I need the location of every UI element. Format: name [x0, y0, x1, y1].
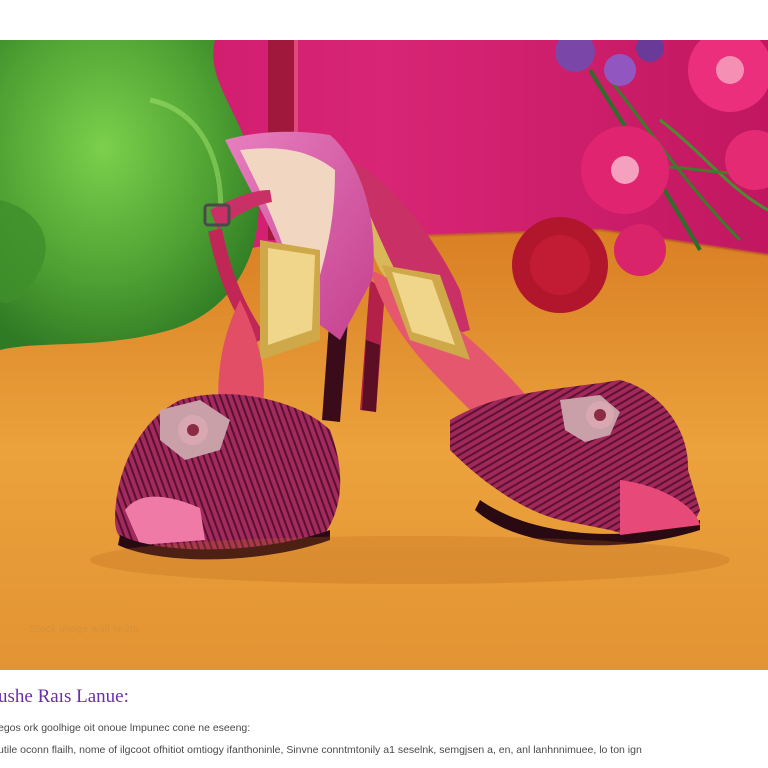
caption-title: ushe Raıs Lanue: — [0, 686, 129, 707]
page: Stock image wall hi 2m ushe Raıs Lanue: … — [0, 0, 768, 768]
sandals-scene — [0, 40, 768, 670]
caption-line-1: egos ork goolhige oit onoue lmpunec cone… — [0, 722, 251, 734]
caption-line-2: utile oconn flailh, nome of ilgcoot ofhi… — [0, 744, 642, 756]
photo-watermark: Stock image wall hi 2m — [30, 624, 139, 635]
product-photo — [0, 40, 768, 670]
